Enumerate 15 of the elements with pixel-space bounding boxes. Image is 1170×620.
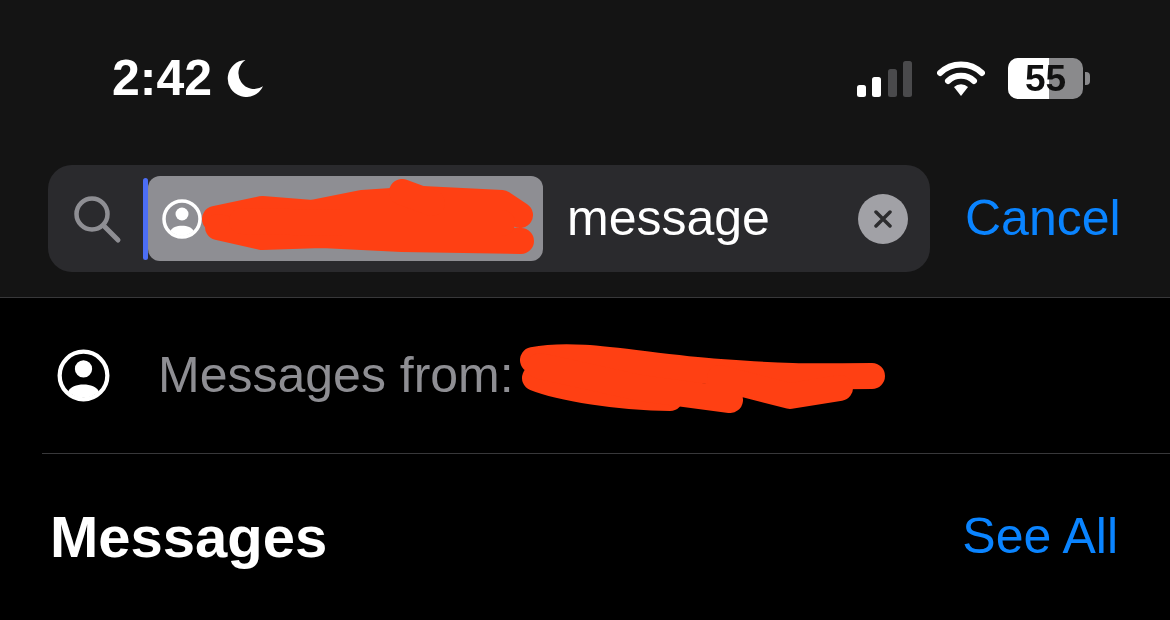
cancel-button[interactable]: Cancel (965, 191, 1121, 246)
signal-icon (857, 61, 912, 97)
suggestion-label[interactable]: Messages from: (158, 348, 514, 403)
person-icon (162, 198, 202, 239)
close-icon (874, 209, 892, 228)
wifi-icon (937, 60, 985, 96)
clear-button[interactable] (858, 193, 908, 244)
status-time: 2:42 (112, 53, 213, 103)
search-field[interactable]: message (48, 165, 930, 272)
search-text: message (567, 191, 770, 246)
see-all-link[interactable]: See All (962, 509, 1118, 564)
search-icon (72, 193, 122, 244)
person-icon (57, 349, 110, 402)
section-title: Messages (50, 504, 328, 569)
battery-indicator: 55 (1008, 57, 1090, 99)
